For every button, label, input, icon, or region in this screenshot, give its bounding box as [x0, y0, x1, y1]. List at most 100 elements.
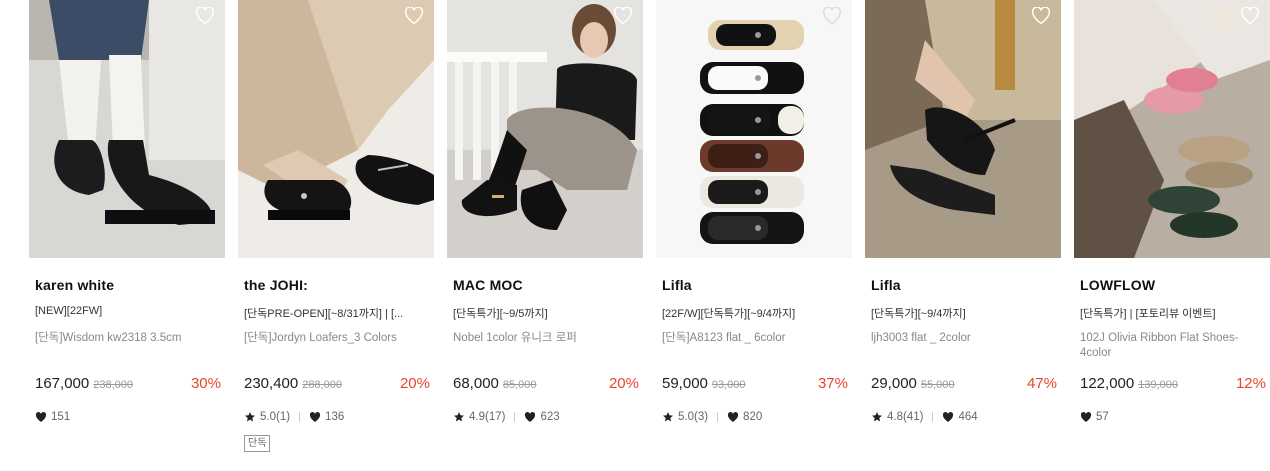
likes-count: 820	[743, 411, 763, 423]
star-icon	[454, 412, 464, 422]
product-meta: 151	[35, 409, 70, 425]
sale-price: 68,000	[453, 375, 499, 392]
divider	[299, 412, 301, 422]
price-row: 167,000 238,000 30%	[35, 375, 221, 395]
product-tag: [단독특가] | [포토리뷰 이벤트]	[1080, 308, 1216, 320]
heart-filled-icon	[309, 411, 321, 422]
product-name[interactable]: [단독]Wisdom kw2318 3.5cm	[35, 331, 221, 346]
product-card[interactable]: Lifla [단독특가][~9/4까지] ljh3003 flat _ 2col…	[865, 0, 1061, 471]
product-card[interactable]: karen white [NEW][22FW] [단독]Wisdom kw231…	[29, 0, 225, 471]
brand-name[interactable]: Lifla	[871, 277, 901, 293]
heart-outline-icon[interactable]	[1031, 7, 1051, 25]
product-card[interactable]: MAC MOC [단독특가][~9/5까지] Nobel 1color 유니크 …	[447, 0, 643, 471]
heart-filled-icon	[525, 411, 536, 422]
rating-value: 5.0(3)	[678, 411, 709, 423]
product-meta: 4.9(17) 623	[453, 409, 560, 425]
product-meta: 5.0(1) 136	[244, 409, 344, 425]
brand-name[interactable]: LOWFLOW	[1080, 277, 1155, 293]
original-price: 55,000	[920, 379, 955, 391]
original-price: 85,000	[502, 379, 537, 391]
product-image[interactable]	[29, 0, 225, 258]
brand-name[interactable]: the JOHI:	[244, 277, 308, 293]
discount-rate: 20%	[399, 375, 430, 392]
likes: 820	[727, 411, 762, 423]
heart-filled-icon	[1080, 411, 1092, 422]
divider	[717, 412, 719, 422]
product-name[interactable]: ljh3003 flat _ 2color	[871, 331, 1057, 346]
heart-filled-icon	[35, 411, 47, 422]
heart-outline-icon[interactable]	[822, 7, 842, 25]
original-price: 93,000	[711, 379, 746, 391]
brand-name[interactable]: karen white	[35, 277, 114, 293]
likes: 464	[942, 411, 978, 423]
likes: 57	[1080, 411, 1109, 423]
product-name[interactable]: [단독]Jordyn Loafers_3 Colors	[244, 331, 430, 346]
product-image[interactable]	[656, 0, 852, 258]
product-tag: [NEW][22FW]	[35, 305, 103, 317]
product-tag: [단독특가][~9/4까지]	[871, 308, 966, 320]
heart-filled-icon	[727, 411, 739, 422]
original-price: 139,000	[1138, 379, 1178, 391]
product-image[interactable]	[238, 0, 434, 258]
product-image[interactable]	[865, 0, 1061, 258]
heart-outline-icon[interactable]	[195, 7, 215, 25]
likes-count: 464	[958, 411, 978, 423]
likes-count: 136	[325, 411, 345, 423]
rating-value: 4.9(17)	[469, 411, 506, 423]
price-row: 59,000 93,000 37%	[662, 375, 848, 395]
heart-filled-icon	[943, 411, 954, 422]
sale-price: 230,400	[244, 375, 299, 392]
exclusive-badge: 단독	[244, 435, 271, 452]
heart-outline-icon[interactable]	[613, 7, 633, 25]
sale-price: 167,000	[35, 375, 90, 392]
rating-value: 5.0(1)	[260, 411, 291, 423]
divider	[932, 412, 934, 422]
rating: 4.8(41)	[871, 411, 923, 423]
price-row: 29,000 55,000 47%	[871, 375, 1057, 395]
product-image[interactable]	[447, 0, 643, 258]
sale-price: 29,000	[871, 375, 917, 392]
discount-rate: 20%	[608, 375, 639, 392]
likes: 136	[309, 411, 344, 423]
rating: 4.9(17)	[453, 411, 505, 423]
product-image[interactable]	[1074, 0, 1270, 258]
discount-rate: 37%	[817, 375, 848, 392]
sale-price: 122,000	[1080, 375, 1135, 392]
brand-name[interactable]: Lifla	[662, 277, 692, 293]
rating: 5.0(1)	[244, 411, 290, 423]
product-card[interactable]: the JOHI: [단독PRE-OPEN][~8/31까지] | [... […	[238, 0, 434, 471]
product-meta: 57	[1080, 409, 1109, 425]
likes-count: 623	[540, 411, 560, 423]
heart-outline-icon[interactable]	[1240, 7, 1260, 25]
brand-name[interactable]: MAC MOC	[453, 277, 523, 293]
product-card[interactable]: LOWFLOW [단독특가] | [포토리뷰 이벤트] 102J Olivia …	[1074, 0, 1270, 471]
discount-rate: 30%	[190, 375, 221, 392]
product-card[interactable]: Lifla [22F/W][단독특가][~9/4까지] [단독]A8123 fl…	[656, 0, 852, 471]
product-tag: [단독PRE-OPEN][~8/31까지] | [...	[244, 308, 404, 320]
divider	[514, 412, 516, 422]
discount-rate: 12%	[1235, 375, 1266, 392]
product-meta: 4.8(41) 464	[871, 409, 978, 425]
product-meta: 5.0(3) 820	[662, 409, 762, 425]
star-icon	[872, 412, 882, 422]
sale-price: 59,000	[662, 375, 708, 392]
likes: 151	[35, 411, 70, 423]
product-grid: karen white [NEW][22FW] [단독]Wisdom kw231…	[0, 0, 1270, 471]
original-price: 238,000	[93, 379, 133, 391]
discount-rate: 47%	[1026, 375, 1057, 392]
star-icon	[245, 412, 255, 422]
likes-count: 57	[1096, 411, 1109, 423]
price-row: 68,000 85,000 20%	[453, 375, 639, 395]
product-tag: [단독특가][~9/5까지]	[453, 308, 548, 320]
product-tag: [22F/W][단독특가][~9/4까지]	[662, 308, 796, 320]
product-name[interactable]: [단독]A8123 flat _ 6color	[662, 331, 848, 346]
product-name[interactable]: Nobel 1color 유니크 로퍼	[453, 331, 639, 346]
heart-outline-icon[interactable]	[404, 7, 424, 25]
original-price: 288,000	[302, 379, 342, 391]
rating-value: 4.8(41)	[887, 411, 924, 423]
price-row: 230,400 288,000 20%	[244, 375, 430, 395]
star-icon	[663, 412, 673, 422]
likes-count: 151	[51, 411, 71, 423]
product-name[interactable]: 102J Olivia Ribbon Flat Shoes-4color	[1080, 331, 1266, 361]
likes: 623	[524, 411, 560, 423]
